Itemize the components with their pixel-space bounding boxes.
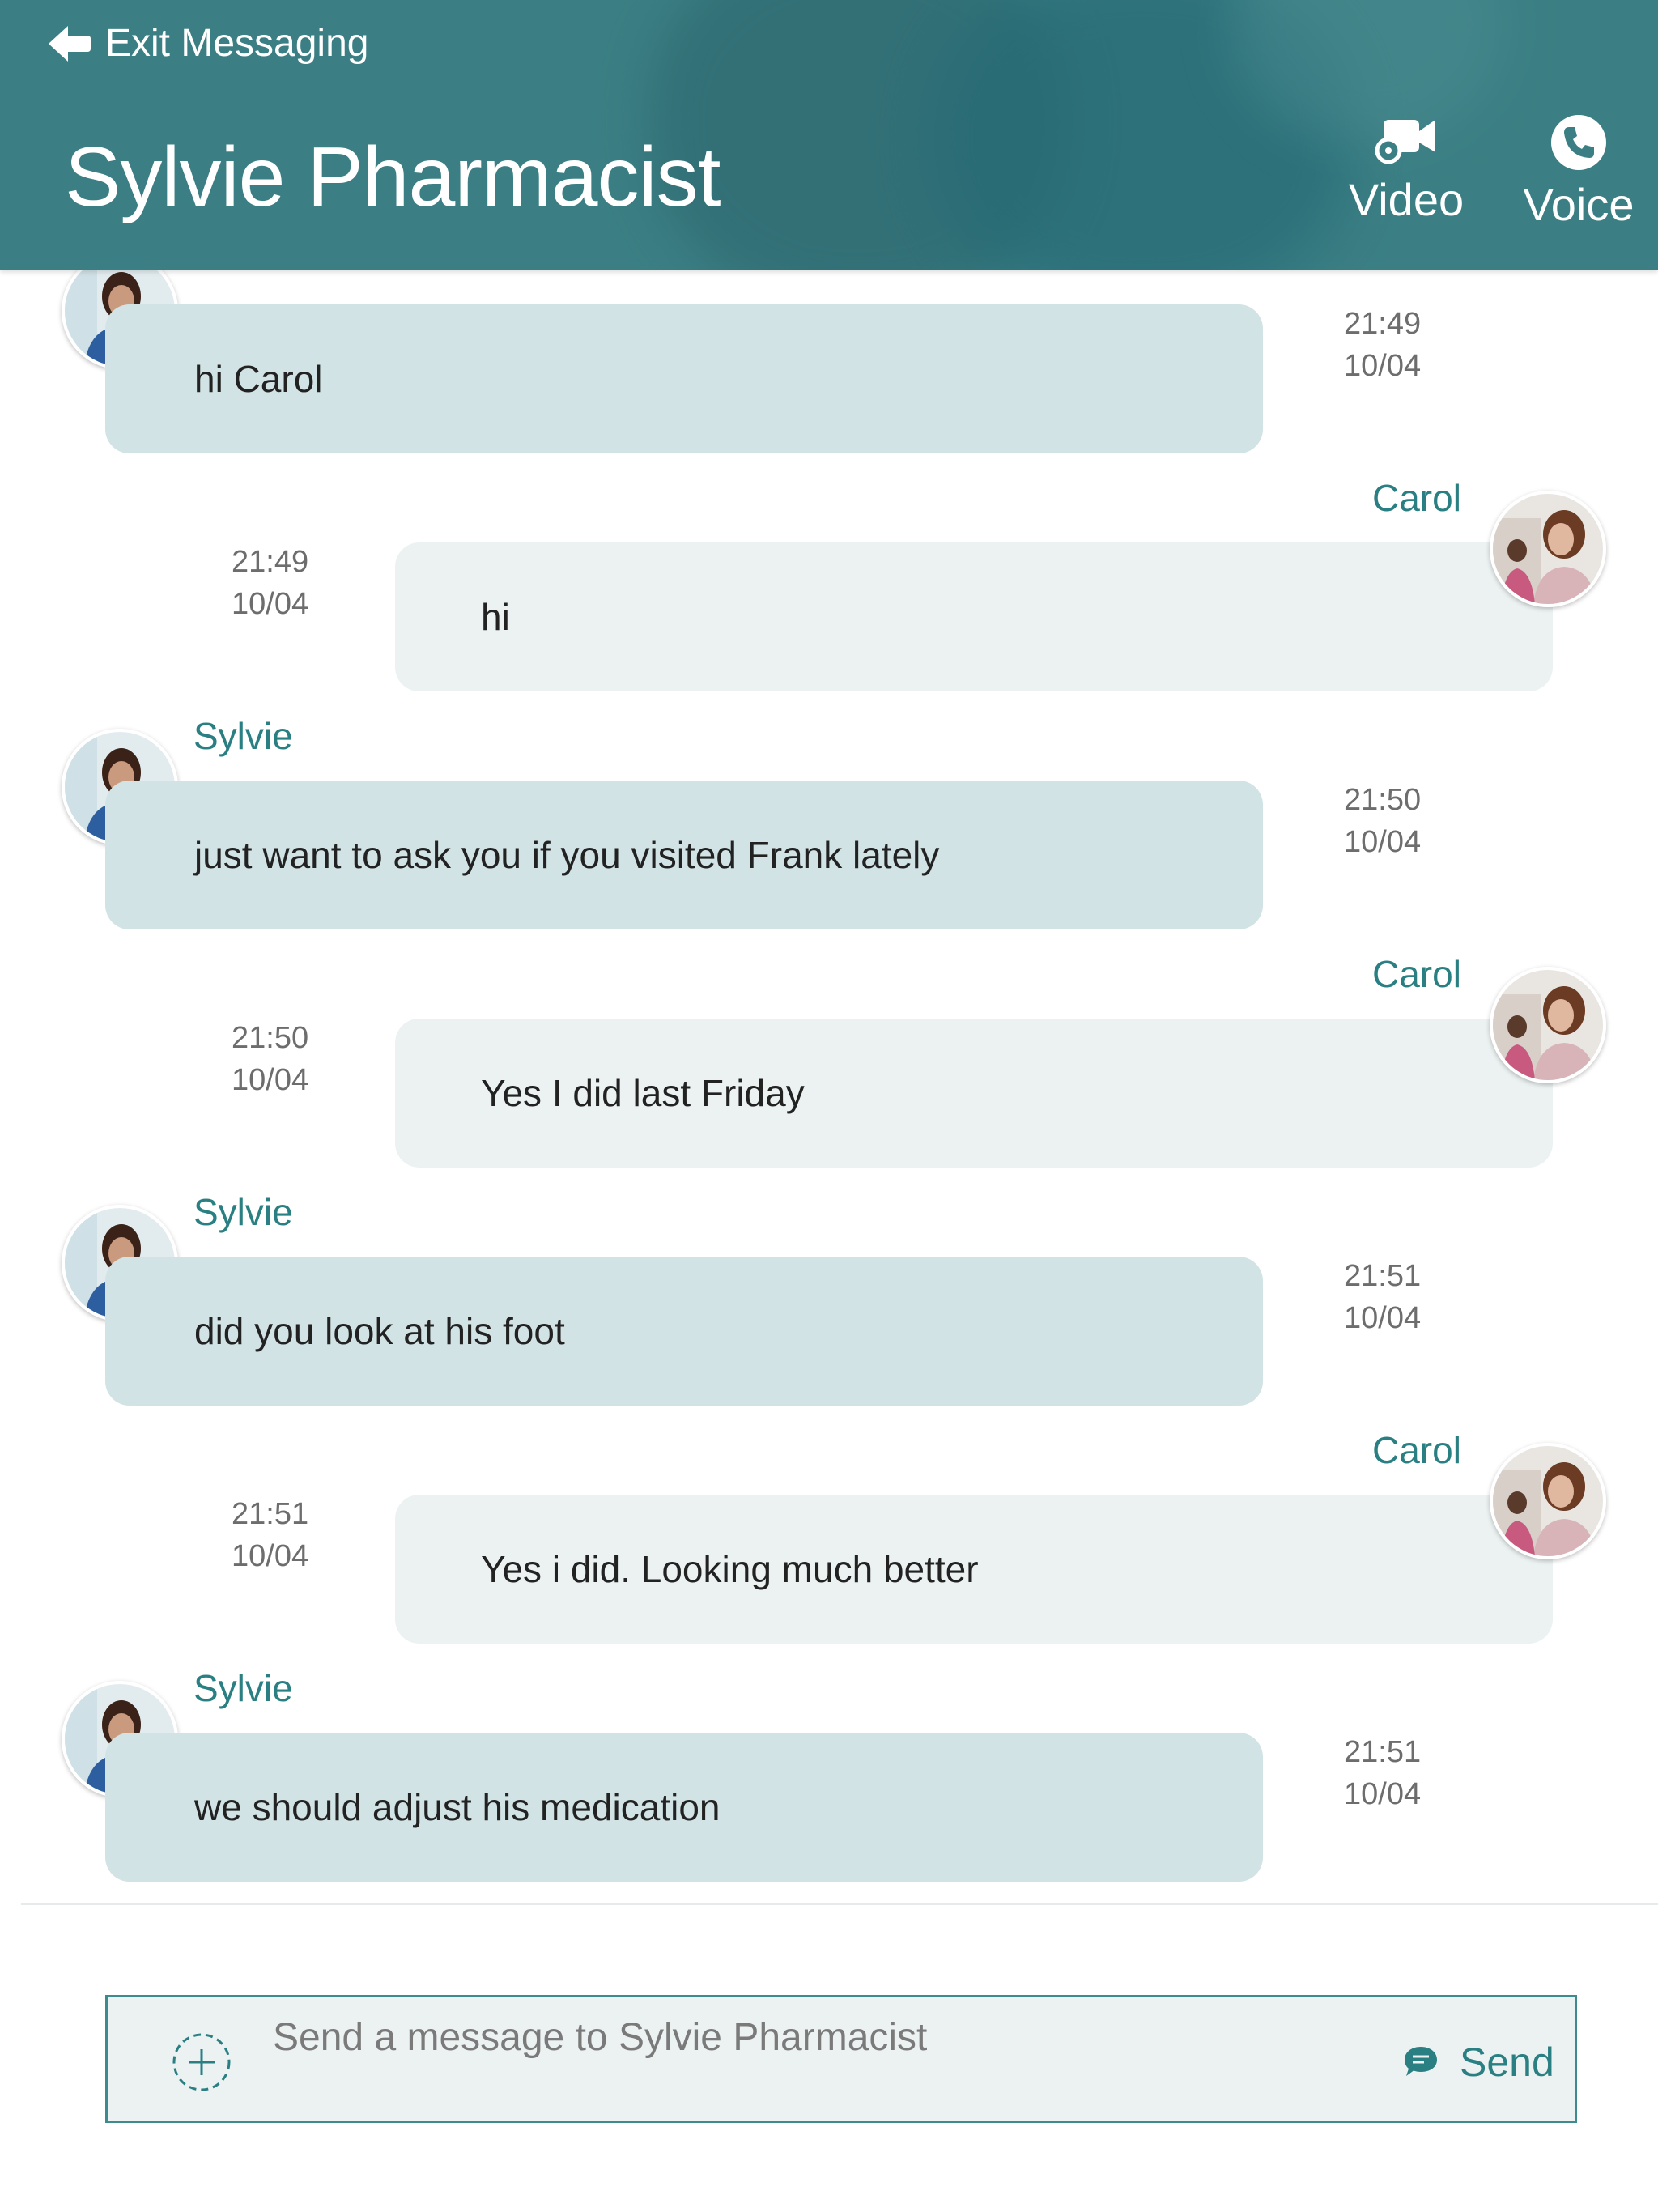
phone-icon <box>1551 115 1606 170</box>
message-timestamp: 21:49 10/04 <box>1344 303 1421 387</box>
avatar-carol <box>1490 491 1606 607</box>
message-time: 21:51 <box>1344 1735 1422 1769</box>
message-text: Yes I did last Friday <box>481 1072 805 1114</box>
message-date: 10/04 <box>1344 1777 1422 1811</box>
message-bubble: Yes i did. Looking much better <box>395 1495 1553 1644</box>
message-bubble: hi Carol <box>105 304 1263 453</box>
message-bubble: just want to ask you if you visited Fran… <box>105 781 1263 929</box>
exit-messaging-label: Exit Messaging <box>105 22 369 65</box>
sender-name: Sylvie <box>193 715 293 757</box>
voice-call-button[interactable]: Voice <box>1510 113 1647 231</box>
sender-name: Carol <box>1372 477 1461 519</box>
sender-name: Sylvie <box>193 1667 293 1709</box>
message-time: 21:50 <box>1344 783 1422 817</box>
message-text: we should adjust his medication <box>194 1786 721 1828</box>
message-bubble: did you look at his foot <box>105 1257 1263 1406</box>
sender-name: Carol <box>1372 953 1461 995</box>
sender-name: Sylvie <box>193 1191 293 1233</box>
page-title: Sylvie Pharmacist <box>65 130 721 224</box>
composer-divider <box>21 1903 1658 1905</box>
message-timestamp: 21:51 10/04 <box>232 1493 308 1577</box>
message-composer: Send <box>105 1995 1577 2123</box>
avatar-carol <box>1490 967 1606 1083</box>
message-text: hi <box>481 596 510 638</box>
voice-call-label: Voice <box>1523 179 1635 230</box>
message-time: 21:51 <box>1344 1259 1422 1293</box>
message-time: 21:49 <box>232 545 309 579</box>
send-button[interactable]: Send <box>1403 2030 1554 2095</box>
message-date: 10/04 <box>1344 1301 1422 1335</box>
message-time: 21:50 <box>232 1021 309 1055</box>
message-text: did you look at his foot <box>194 1310 565 1352</box>
message-date: 10/04 <box>232 1539 309 1573</box>
video-call-label: Video <box>1348 174 1465 225</box>
message-timestamp: 21:50 10/04 <box>1344 779 1421 863</box>
exit-messaging-link[interactable]: Exit Messaging <box>47 21 368 66</box>
send-label: Send <box>1460 2040 1554 2085</box>
message-date: 10/04 <box>1344 349 1422 383</box>
message-bubble: Yes I did last Friday <box>395 1019 1553 1168</box>
avatar-carol <box>1490 1443 1606 1559</box>
message-time: 21:49 <box>1344 307 1422 341</box>
message-text: Yes i did. Looking much better <box>481 1548 979 1590</box>
message-timestamp: 21:51 10/04 <box>1344 1731 1421 1815</box>
sender-name: Carol <box>1372 1429 1461 1471</box>
video-call-button[interactable]: Video <box>1337 113 1475 226</box>
message-text: hi Carol <box>194 358 323 400</box>
message-time: 21:51 <box>232 1497 309 1531</box>
add-attachment-icon[interactable] <box>171 2031 232 2093</box>
message-input[interactable] <box>273 2009 1309 2065</box>
message-timestamp: 21:51 10/04 <box>1344 1255 1421 1339</box>
message-date: 10/04 <box>232 587 309 621</box>
message-bubble: we should adjust his medication <box>105 1733 1263 1882</box>
message-date: 10/04 <box>1344 825 1422 859</box>
message-text: just want to ask you if you visited Fran… <box>194 834 940 876</box>
video-camera-icon <box>1375 120 1435 164</box>
message-bubble: hi <box>395 542 1553 691</box>
message-timestamp: 21:50 10/04 <box>232 1017 308 1101</box>
arrow-left-icon <box>49 25 91 62</box>
chat-header: Exit Messaging Sylvie Pharmacist Video V… <box>0 0 1658 270</box>
chat-bubble-icon <box>1405 2047 1437 2076</box>
message-date: 10/04 <box>232 1063 309 1097</box>
message-timestamp: 21:49 10/04 <box>232 541 308 625</box>
